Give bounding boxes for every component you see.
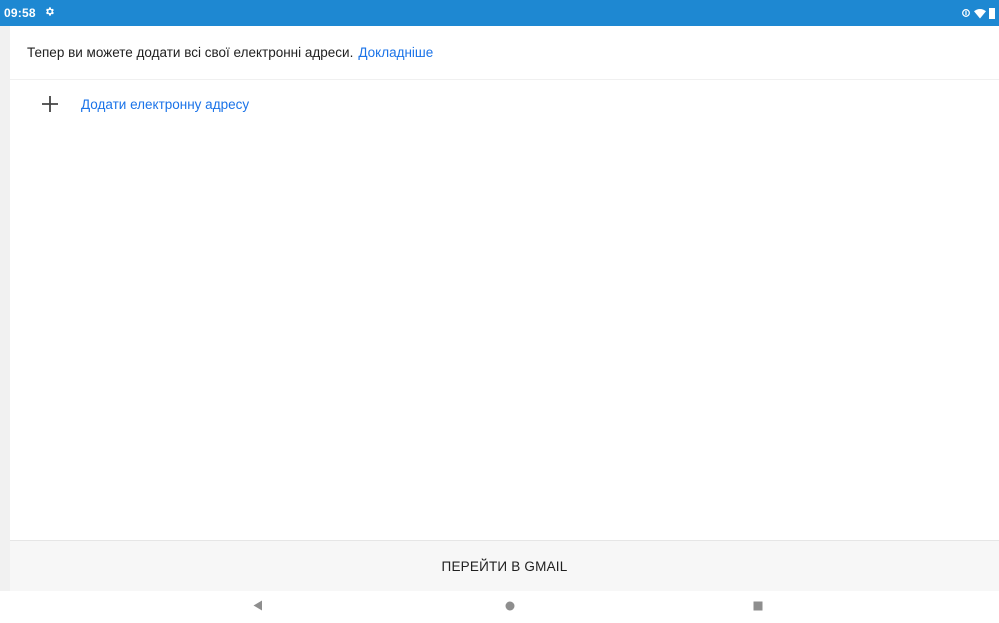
status-bar: 09:58 [0, 0, 999, 26]
recents-button[interactable] [738, 591, 778, 623]
app-content: Тепер ви можете додати всі свої електрон… [10, 26, 999, 591]
wifi-icon [974, 8, 986, 19]
status-left: 09:58 [4, 6, 55, 20]
plus-icon [40, 94, 60, 114]
go-to-gmail-button[interactable]: ПЕРЕЙТИ В GMAIL [422, 551, 588, 582]
home-button[interactable] [490, 591, 530, 623]
navigation-bar [0, 591, 999, 623]
recents-icon [753, 598, 763, 616]
back-button[interactable] [238, 591, 278, 623]
back-icon [253, 598, 263, 616]
info-row: Тепер ви можете додати всі свої електрон… [10, 26, 999, 80]
add-email-row[interactable]: Додати електронну адресу [10, 80, 999, 128]
data-saver-icon [961, 8, 971, 18]
learn-more-link[interactable]: Докладніше [358, 45, 433, 60]
home-icon [505, 598, 515, 616]
status-time: 09:58 [4, 6, 36, 20]
settings-icon [44, 6, 55, 20]
bottom-bar: ПЕРЕЙТИ В GMAIL [10, 540, 999, 591]
status-right [961, 7, 995, 19]
add-email-label: Додати електронну адресу [81, 96, 250, 112]
battery-icon [989, 7, 995, 19]
info-text: Тепер ви можете додати всі свої електрон… [27, 45, 354, 60]
